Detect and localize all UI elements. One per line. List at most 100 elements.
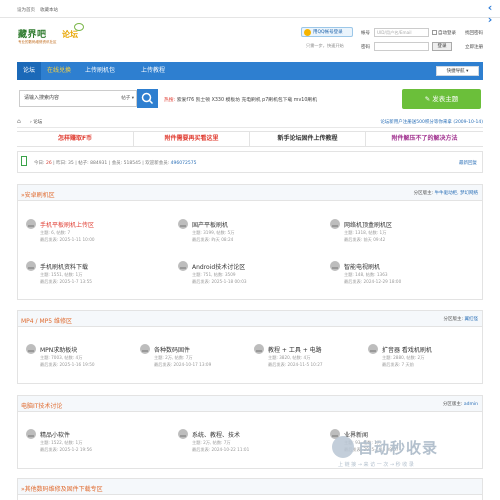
forum-last-post[interactable]: 最后发表: 7 天前 <box>382 362 414 368</box>
forum-stats: 主题: 3199, 帖数: 5万 <box>192 230 235 235</box>
forum-name[interactable]: Android技术讨论区 <box>192 262 245 271</box>
forum-last-post[interactable]: 最后发表: 2024-11-5 10:27 <box>268 362 323 368</box>
forum-last-post[interactable]: 最后发表: 2025-1-16 19:50 <box>40 362 95 368</box>
moderator-links[interactable]: 翼红怪 <box>465 317 479 322</box>
forum-bubble-icon <box>178 219 188 229</box>
watermark-text: 自动秒收录 <box>358 439 439 457</box>
latest-reply-link[interactable]: 最新回复 <box>459 160 477 166</box>
logo-subtitle: 专业的数码维修资讯社区 <box>18 40 57 44</box>
forum-last-post[interactable]: 最后发表: 2025-1-18 00:03 <box>192 279 247 285</box>
forum-item[interactable]: 各种数码固件 主题: 2万, 帖数: 7万 最后发表: 2024-10-17 1… <box>140 344 250 380</box>
newest-member-link[interactable]: 496072575 <box>171 161 197 166</box>
hot-search-list[interactable]: 索爱f76 凯士顿 X330 模板坊 充电刷机 p7刷机包下载 mv10刷机 <box>177 98 317 103</box>
nav-item-exchange[interactable]: 在线兑换 <box>47 62 71 80</box>
forum-stats: 主题: 3820, 帖数: 4万 <box>268 355 311 360</box>
forum-name[interactable]: 网络机顶盒刷机区 <box>344 220 392 229</box>
forum-item[interactable]: Android技术讨论区 主题: 751, 帖数: 3509 最后发表: 202… <box>178 261 288 297</box>
forum-bubble-icon <box>140 344 150 354</box>
new-thread-button[interactable]: ✎ 发表主题 <box>402 89 481 109</box>
search-button[interactable] <box>137 89 158 108</box>
forum-item[interactable]: 手机刷机资料下载 主题: 1551, 帖数: 1万 最后发表: 2025-1-7… <box>26 261 136 297</box>
main-nav: 论坛 在线兑换 上传刷机包 上传教程 快捷导航 ▾ <box>17 62 483 80</box>
section-title[interactable]: MP4 / MP5 维修区 <box>21 316 72 325</box>
set-home-link[interactable]: 设为首页 <box>17 7 35 13</box>
section-header: »安卓刷机区 分区版主: 牛牛驱动柜, 梦幻网络 <box>18 185 482 201</box>
home-icon[interactable]: ⌂ <box>17 118 21 125</box>
search-type-select[interactable]: 帖子 ▾ <box>121 91 134 106</box>
forum-item[interactable]: 扩音器 看戏机刷机 主题: 2880, 帖数: 2万 最后发表: 7 天前 <box>368 344 478 380</box>
forum-last-post[interactable]: 最后发表: 2024-10-22 11:01 <box>192 447 249 453</box>
forum-last-post[interactable]: 最后发表: 2025-1-11 10:00 <box>40 237 95 243</box>
section-header: »其他数码维修及固件下载专区 <box>18 479 482 495</box>
hot-search-words: 热搜: 索爱f76 凯士顿 X330 模板坊 充电刷机 p7刷机包下载 mv10… <box>164 96 317 103</box>
qq-login-hint: 只需一步，快速开始 <box>306 43 344 48</box>
password-input[interactable] <box>374 42 429 51</box>
account-input[interactable]: UID/用户名/Email <box>374 28 429 37</box>
forum-name[interactable]: 扩音器 看戏机刷机 <box>382 345 432 354</box>
quick-nav-dropdown[interactable]: 快捷导航 ▾ <box>436 66 479 76</box>
forum-name[interactable]: 智能电视刷机 <box>344 262 380 271</box>
watermark-logo-icon <box>332 436 354 458</box>
forum-last-post[interactable]: 最后发表: 昨天 08:24 <box>192 237 233 243</box>
banner-link[interactable]: 附件需要再买看这里 <box>134 131 250 147</box>
forum-last-post[interactable]: 最后发表: 2024-12-29 18:00 <box>344 279 401 285</box>
moderator-links[interactable]: 牛牛驱动柜, 梦幻网络 <box>435 191 478 196</box>
forum-name[interactable]: MPN求助板块 <box>40 345 77 354</box>
forum-item[interactable]: 系统、教程、技术 主题: 2万, 帖数: 7万 最后发表: 2024-10-22… <box>178 429 288 465</box>
forum-last-post[interactable]: 最后发表: 2025-1-7 13:55 <box>40 279 92 285</box>
forum-item[interactable]: 教程 + 工具 + 电路 主题: 3820, 帖数: 4万 最后发表: 2024… <box>254 344 364 380</box>
moderator-links[interactable]: admin <box>464 402 478 407</box>
forum-name[interactable]: 教程 + 工具 + 电路 <box>268 345 322 354</box>
forum-name[interactable]: 手机平板刷机上传区 <box>40 220 94 229</box>
new-thread-label: 发表主题 <box>432 95 459 103</box>
forum-bubble-icon <box>330 261 340 271</box>
section-title[interactable]: »安卓刷机区 <box>21 190 55 199</box>
forum-name[interactable]: 各种数码固件 <box>154 345 190 354</box>
nav-item-forum[interactable]: 论坛 <box>17 62 41 80</box>
nav-item-upload-tutorial[interactable]: 上传教程 <box>141 62 165 80</box>
forum-item[interactable]: 精品小软件 主题: 1522, 帖数: 1万 最后发表: 2025-1-2 19… <box>26 429 136 465</box>
forum-last-post[interactable]: 最后发表: 2024-10-17 13:09 <box>154 362 211 368</box>
banner-link[interactable]: 附件解压不了的解决方法 <box>366 131 483 147</box>
breadcrumb-notice[interactable]: 论坛新用户注册送500积分等你来拿 (2009-10-14) <box>380 119 483 125</box>
forum-item[interactable]: 智能电视刷机 主题: 148, 帖数: 1363 最后发表: 2024-12-2… <box>330 261 440 297</box>
forum-item[interactable]: 国产平板刷机 主题: 3199, 帖数: 5万 最后发表: 昨天 08:24 <box>178 219 288 255</box>
search-input[interactable]: 请输入搜索内容 帖子 ▾ <box>19 90 137 107</box>
stat-members: 518545 <box>123 161 141 166</box>
forum-stats: 主题: 2万, 帖数: 7万 <box>154 355 193 360</box>
nav-item-upload-rom[interactable]: 上传刷机包 <box>85 62 115 80</box>
forgot-password-link[interactable]: 找回密码 <box>465 30 483 36</box>
bookmark-link[interactable]: 收藏本站 <box>40 7 58 13</box>
forum-last-post[interactable]: 最后发表: 前天 09:42 <box>344 237 385 243</box>
forum-last-post[interactable]: 最后发表: 2025-1-2 19:56 <box>40 447 92 453</box>
forum-bubble-icon <box>254 344 264 354</box>
forum-bubble-icon <box>26 261 36 271</box>
section-title[interactable]: »其他数码维修及固件下载专区 <box>21 484 103 493</box>
breadcrumb-current[interactable]: › 论坛 <box>30 119 42 125</box>
forum-stats: 主题: 148, 帖数: 1363 <box>344 272 388 277</box>
forum-name[interactable]: 系统、教程、技术 <box>192 430 240 439</box>
forum-item[interactable]: 网络机顶盒刷机区 主题: 1318, 帖数: 1万 最后发表: 前天 09:42 <box>330 219 440 255</box>
banner-link[interactable]: 怎样赚取F币 <box>17 131 134 147</box>
qq-login-button[interactable]: 用QQ帐号登录 <box>301 27 353 37</box>
stat-posts: 884931 <box>90 161 108 166</box>
login-button[interactable]: 登录 <box>432 42 452 51</box>
auto-login-checkbox[interactable] <box>432 30 437 35</box>
layout-toggle-icon[interactable]: ‹ › <box>484 2 496 26</box>
breadcrumb: ⌂ › 论坛 论坛新用户注册送500积分等你来拿 (2009-10-14) <box>17 116 483 128</box>
forum-stats: 主题: 7003, 帖数: 4万 <box>40 355 83 360</box>
qq-login-label: 用QQ帐号登录 <box>313 30 343 35</box>
forum-name[interactable]: 手机刷机资料下载 <box>40 262 88 271</box>
section-title[interactable]: 电脑IT技术讨论 <box>21 401 62 410</box>
forum-stats: 今日: 26 | 昨日: 35 | 帖子: 884931 | 会员: 51854… <box>17 151 483 173</box>
forum-name[interactable]: 精品小软件 <box>40 430 70 439</box>
site-logo[interactable]: 藏界吧 专业的数码维修资讯社区 论坛 <box>18 23 86 49</box>
forum-name[interactable]: 国产平板刷机 <box>192 220 228 229</box>
forum-item[interactable]: MPN求助板块 主题: 7003, 帖数: 4万 最后发表: 2025-1-16… <box>26 344 136 380</box>
banner-link[interactable]: 新手论坛固件上传教程 <box>250 131 366 147</box>
section-header: 电脑IT技术讨论 分区版主: admin <box>18 396 482 412</box>
register-link[interactable]: 立即注册 <box>465 44 483 50</box>
forum-section: »安卓刷机区 分区版主: 牛牛驱动柜, 梦幻网络 手机平板刷机上传区 主题: 6… <box>17 184 483 300</box>
forum-item[interactable]: 手机平板刷机上传区 主题: 6, 帖数: 7 最后发表: 2025-1-11 1… <box>26 219 136 255</box>
section-header: MP4 / MP5 维修区 分区版主: 翼红怪 <box>18 311 482 327</box>
